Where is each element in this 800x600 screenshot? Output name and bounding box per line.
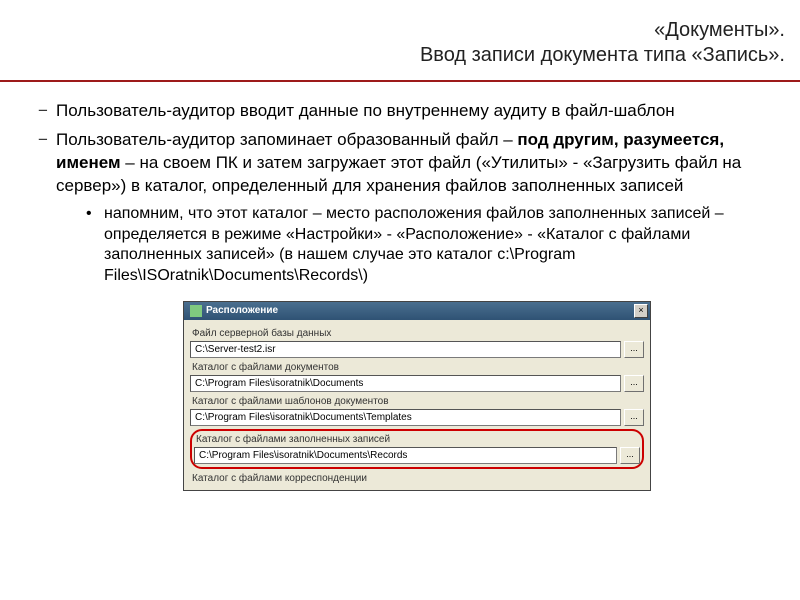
browse-server-db[interactable]: ...: [624, 341, 644, 358]
location-dialog: Расположение × Файл серверной базы данны…: [183, 301, 651, 491]
content: Пользователь-аудитор вводит данные по вн…: [0, 100, 800, 491]
label-documents: Каталог с файлами документов: [192, 362, 644, 373]
label-records: Каталог с файлами заполненных записей: [196, 434, 640, 445]
browse-documents[interactable]: ...: [624, 375, 644, 392]
heading-line-1: «Документы».: [0, 18, 785, 43]
field-templates: Каталог с файлами шаблонов документов C:…: [190, 396, 644, 426]
slide-heading: «Документы». Ввод записи документа типа …: [0, 0, 800, 74]
dialog-body: Файл серверной базы данных C:\Server-tes…: [184, 320, 650, 490]
bullet-2-text-b: – на своем ПК и затем загружает этот фай…: [56, 153, 741, 195]
sub-bullet-1: напомним, что этот каталог – место распо…: [86, 204, 772, 287]
bullet-2-text-a: Пользователь-аудитор запоминает образова…: [56, 130, 517, 149]
field-correspondence: Каталог с файлами корреспонденции: [190, 473, 644, 484]
input-server-db[interactable]: C:\Server-test2.isr: [190, 341, 621, 358]
input-records[interactable]: C:\Program Files\isoratnik\Documents\Rec…: [194, 447, 617, 464]
heading-rule: [0, 80, 800, 82]
heading-line-2: Ввод записи документа типа «Запись».: [0, 43, 785, 68]
input-documents[interactable]: C:\Program Files\isoratnik\Documents: [190, 375, 621, 392]
field-server-db: Файл серверной базы данных C:\Server-tes…: [190, 328, 644, 358]
close-button[interactable]: ×: [634, 304, 648, 318]
sub-bullet-1-text: напомним, что этот каталог – место распо…: [104, 205, 724, 284]
bullet-1-text: Пользователь-аудитор вводит данные по вн…: [56, 101, 675, 120]
dialog-titlebar: Расположение ×: [184, 302, 650, 320]
browse-records[interactable]: ...: [620, 447, 640, 464]
field-documents: Каталог с файлами документов C:\Program …: [190, 362, 644, 392]
input-templates[interactable]: C:\Program Files\isoratnik\Documents\Tem…: [190, 409, 621, 426]
bullet-1: Пользователь-аудитор вводит данные по вн…: [38, 100, 772, 123]
highlight-records: Каталог с файлами заполненных записей C:…: [190, 429, 644, 469]
dialog-icon: [190, 305, 202, 317]
dialog-title: Расположение: [206, 305, 634, 316]
label-server-db: Файл серверной базы данных: [192, 328, 644, 339]
browse-templates[interactable]: ...: [624, 409, 644, 426]
label-correspondence: Каталог с файлами корреспонденции: [192, 473, 644, 484]
label-templates: Каталог с файлами шаблонов документов: [192, 396, 644, 407]
bullet-2: Пользователь-аудитор запоминает образова…: [38, 129, 772, 287]
